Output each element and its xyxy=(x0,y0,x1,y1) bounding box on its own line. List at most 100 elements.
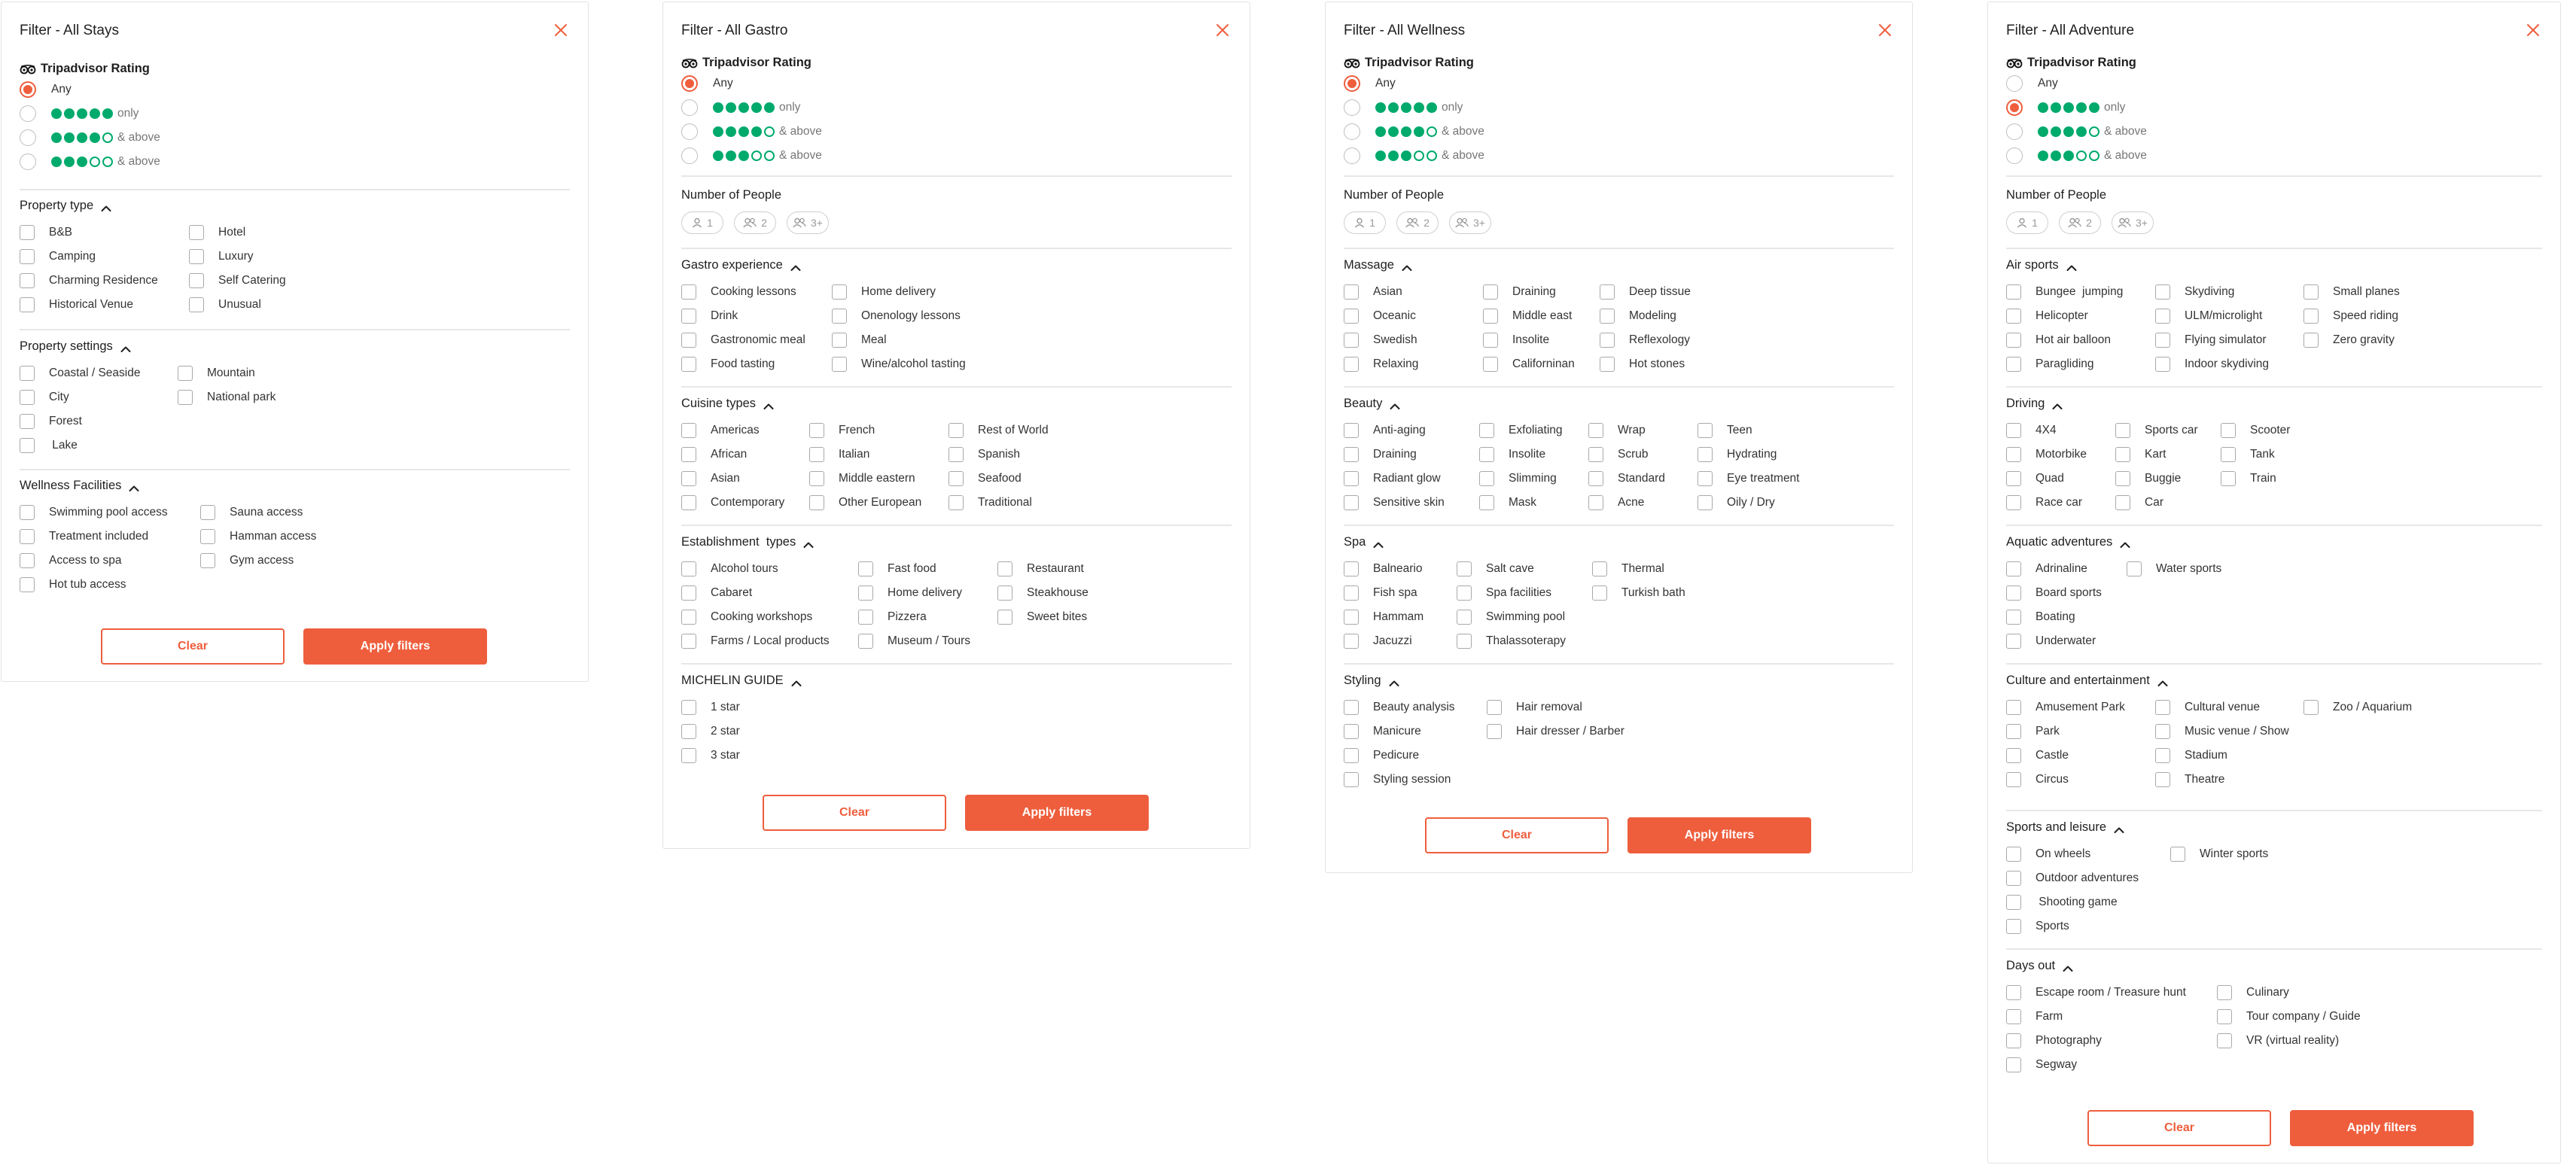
checkbox[interactable] xyxy=(2006,895,2021,910)
people-option-2[interactable]: 2 xyxy=(1396,211,1439,234)
section-title[interactable]: Days out xyxy=(2006,957,2542,975)
clear-button[interactable]: Clear xyxy=(1425,817,1609,853)
checkbox-option-teen[interactable]: Teen xyxy=(1698,418,1800,443)
checkbox[interactable] xyxy=(178,366,193,381)
checkbox[interactable] xyxy=(2217,1009,2232,1024)
checkbox[interactable] xyxy=(1487,724,1502,739)
checkbox-option-thermal[interactable]: Thermal xyxy=(1592,557,1685,581)
checkbox[interactable] xyxy=(681,333,696,348)
checkbox[interactable] xyxy=(681,586,696,601)
checkbox[interactable] xyxy=(681,423,696,438)
checkbox-option-hair-removal[interactable]: Hair removal xyxy=(1487,695,1624,719)
section-title[interactable]: Property settings xyxy=(20,337,570,355)
checkbox-option-national-park[interactable]: National park xyxy=(178,385,276,409)
chevron-up-icon[interactable] xyxy=(2066,261,2077,271)
checkbox[interactable] xyxy=(1600,284,1615,300)
checkbox[interactable] xyxy=(2170,847,2185,862)
checkbox[interactable] xyxy=(809,471,824,486)
chevron-up-icon[interactable] xyxy=(1373,538,1384,548)
checkbox[interactable] xyxy=(189,225,204,240)
checkbox-option-adrinaline[interactable]: Adrinaline xyxy=(2006,557,2542,581)
checkbox-option-ulm-microlight[interactable]: ULM/microlight xyxy=(2155,304,2269,328)
checkbox[interactable] xyxy=(809,423,824,438)
checkbox[interactable] xyxy=(858,586,873,601)
section-title[interactable]: Styling xyxy=(1344,671,1894,689)
checkbox[interactable] xyxy=(189,273,204,288)
checkbox[interactable] xyxy=(832,333,847,348)
checkbox[interactable] xyxy=(1479,447,1494,462)
clear-button[interactable]: Clear xyxy=(2087,1110,2271,1146)
checkbox-option-gym-access[interactable]: Gym access xyxy=(200,549,316,573)
checkbox[interactable] xyxy=(1483,357,1498,372)
radio-button[interactable] xyxy=(681,123,698,140)
checkbox[interactable] xyxy=(1600,333,1615,348)
checkbox[interactable] xyxy=(2155,724,2170,739)
section-title[interactable]: MICHELIN GUIDE xyxy=(681,671,1232,689)
checkbox-option-french[interactable]: French xyxy=(809,418,921,443)
checkbox[interactable] xyxy=(2127,561,2142,576)
checkbox-option-meal[interactable]: Meal xyxy=(832,328,966,352)
checkbox[interactable] xyxy=(20,529,35,544)
checkbox-option-self-catering[interactable]: Self Catering xyxy=(189,269,286,293)
checkbox-option-spanish[interactable]: Spanish xyxy=(948,443,1049,467)
checkbox-option-city[interactable]: City xyxy=(20,385,570,409)
checkbox[interactable] xyxy=(681,447,696,462)
chevron-up-icon[interactable] xyxy=(2052,400,2063,409)
checkbox[interactable] xyxy=(20,577,35,592)
checkbox-option-lake[interactable]: Lake xyxy=(20,433,570,458)
checkbox-option-insolite[interactable]: Insolite xyxy=(1483,328,1575,352)
close-icon[interactable] xyxy=(1215,23,1232,39)
checkbox-option-on-wheels[interactable]: On wheels xyxy=(2006,842,2542,866)
radio-button[interactable] xyxy=(1344,75,1360,92)
checkbox[interactable] xyxy=(1457,634,1472,649)
checkbox[interactable] xyxy=(200,505,215,520)
checkbox-option-small-planes[interactable]: Small planes xyxy=(2303,280,2400,304)
radio-button[interactable] xyxy=(20,81,36,98)
chevron-up-icon[interactable] xyxy=(791,677,802,686)
checkbox-option-hotel[interactable]: Hotel xyxy=(189,221,286,245)
checkbox[interactable] xyxy=(2006,357,2021,372)
checkbox-option-steakhouse[interactable]: Steakhouse xyxy=(997,581,1089,605)
checkbox[interactable] xyxy=(832,309,847,324)
checkbox-option-restaurant[interactable]: Restaurant xyxy=(997,557,1089,581)
checkbox-option-hydrating[interactable]: Hydrating xyxy=(1698,443,1800,467)
chevron-up-icon[interactable] xyxy=(120,342,131,352)
checkbox[interactable] xyxy=(948,471,964,486)
checkbox[interactable] xyxy=(1698,447,1713,462)
checkbox[interactable] xyxy=(948,495,964,510)
checkbox-option-sports[interactable]: Sports xyxy=(2006,914,2542,938)
checkbox[interactable] xyxy=(20,390,35,405)
checkbox[interactable] xyxy=(20,414,35,429)
checkbox[interactable] xyxy=(858,610,873,625)
checkbox-option-mountain[interactable]: Mountain xyxy=(178,361,276,385)
checkbox[interactable] xyxy=(2006,700,2021,715)
checkbox[interactable] xyxy=(2155,357,2170,372)
checkbox[interactable] xyxy=(1698,495,1713,510)
checkbox-option-turkish-bath[interactable]: Turkish bath xyxy=(1592,581,1685,605)
section-title[interactable]: Culture and entertainment xyxy=(2006,671,2542,689)
checkbox-option-other-european[interactable]: Other European xyxy=(809,491,921,515)
section-title[interactable]: Massage xyxy=(1344,256,1894,274)
section-title[interactable]: Spa xyxy=(1344,533,1894,551)
people-option-3plus[interactable]: 3+ xyxy=(787,211,829,234)
checkbox-option-sweet-bites[interactable]: Sweet bites xyxy=(997,605,1089,629)
checkbox-option-wine-alcohol-tasting[interactable]: Wine/alcohol tasting xyxy=(832,352,966,376)
rating-option-3-bubbles[interactable]: & above xyxy=(681,144,1232,168)
checkbox[interactable] xyxy=(997,586,1012,601)
section-title[interactable]: Sports and leisure xyxy=(2006,818,2542,836)
checkbox-option-buggie[interactable]: Buggie xyxy=(2115,467,2198,491)
checkbox-option-indoor-skydiving[interactable]: Indoor skydiving xyxy=(2155,352,2269,376)
checkbox[interactable] xyxy=(1344,357,1359,372)
rating-option-4-bubbles[interactable]: & above xyxy=(2006,120,2542,144)
checkbox[interactable] xyxy=(1479,471,1494,486)
checkbox-option-acne[interactable]: Acne xyxy=(1588,491,1665,515)
checkbox-option-hair-dresser-barber[interactable]: Hair dresser / Barber xyxy=(1487,719,1624,744)
checkbox-option-hamman-access[interactable]: Hamman access xyxy=(200,525,316,549)
section-title[interactable]: Establishment types xyxy=(681,533,1232,551)
checkbox[interactable] xyxy=(1344,772,1359,787)
section-title[interactable]: Driving xyxy=(2006,394,2542,412)
checkbox[interactable] xyxy=(1457,610,1472,625)
checkbox[interactable] xyxy=(1344,748,1359,763)
checkbox[interactable] xyxy=(2006,561,2021,576)
checkbox-option-pizzera[interactable]: Pizzera xyxy=(858,605,970,629)
